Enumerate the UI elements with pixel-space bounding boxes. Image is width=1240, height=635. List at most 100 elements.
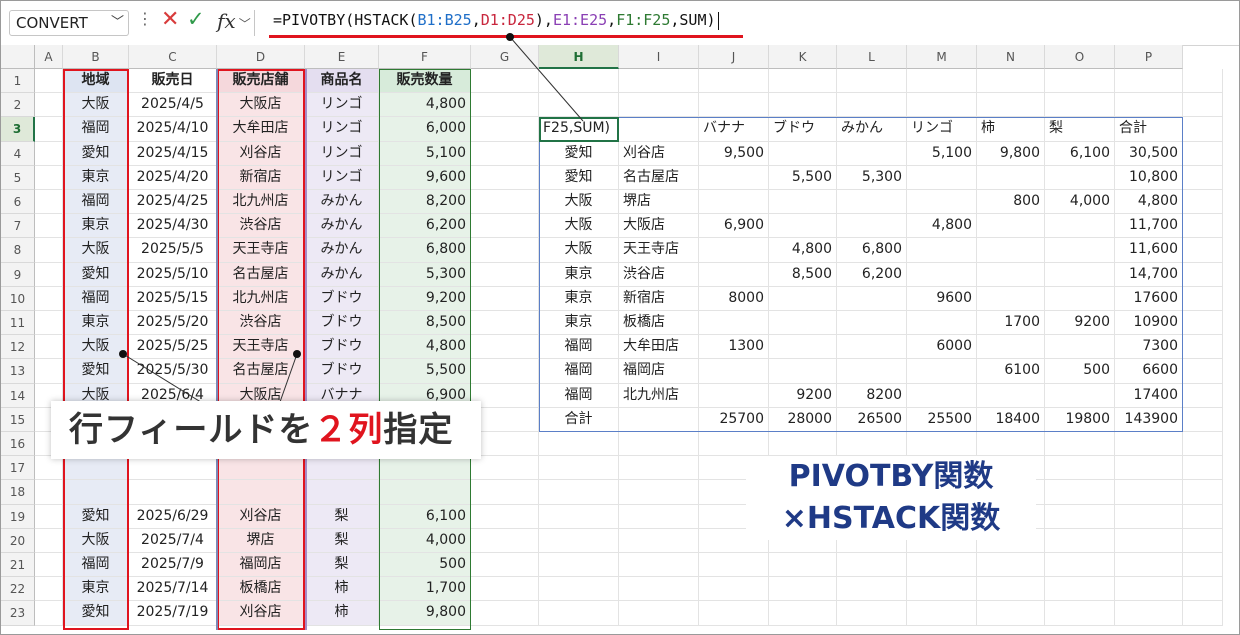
pivot-data-cell[interactable]: 福岡 (539, 335, 619, 360)
cell[interactable] (35, 214, 63, 239)
pivot-data-cell[interactable]: 17400 (1115, 383, 1183, 408)
row-header-14[interactable]: 14 (1, 383, 35, 408)
source-data-cell[interactable]: 東京 (63, 311, 129, 336)
pivot-data-cell[interactable]: 大阪 (539, 190, 619, 215)
source-data-cell[interactable]: ブドウ (305, 335, 379, 360)
pivot-data-cell[interactable]: 北九州店 (619, 383, 699, 408)
pivot-data-cell[interactable]: 6600 (1115, 359, 1183, 384)
cell[interactable] (35, 165, 63, 190)
pivot-data-cell[interactable]: 合計 (539, 407, 619, 432)
source-header-cell[interactable]: 販売日 (129, 69, 217, 94)
cell[interactable] (471, 93, 539, 118)
cell[interactable] (539, 577, 619, 602)
cell[interactable] (837, 601, 907, 626)
cell[interactable] (619, 480, 699, 505)
source-data-cell[interactable]: 2025/7/9 (129, 553, 217, 578)
cell[interactable] (619, 577, 699, 602)
cell[interactable] (907, 432, 977, 457)
cell[interactable] (539, 432, 619, 457)
pivot-data-cell[interactable]: 18400 (977, 407, 1045, 432)
cell[interactable] (35, 601, 63, 626)
cell[interactable] (977, 601, 1045, 626)
cell[interactable] (1183, 601, 1223, 626)
pivot-data-cell[interactable]: 26500 (837, 407, 907, 432)
pivot-data-cell[interactable]: 17600 (1115, 286, 1183, 311)
column-header-c[interactable]: C (129, 45, 217, 69)
cell[interactable] (1115, 93, 1183, 118)
pivot-header-cell[interactable]: 柿 (977, 117, 1045, 142)
pivot-data-cell[interactable]: 福岡 (539, 383, 619, 408)
cell[interactable] (907, 577, 977, 602)
source-data-cell[interactable]: 刈谷店 (217, 504, 305, 529)
cell[interactable] (619, 69, 699, 94)
cell[interactable] (471, 480, 539, 505)
pivot-data-cell[interactable]: 9600 (907, 286, 977, 311)
cell[interactable] (471, 407, 539, 432)
source-data-cell[interactable]: 2025/4/10 (129, 117, 217, 142)
worksheet-grid[interactable]: A B C D E F G H I J K L M N O P 1 2 3 4 5 6 7 8 9 10 11 12 13 14 15 16 1… (1, 45, 1239, 634)
row-header-19[interactable]: 19 (1, 504, 35, 529)
pivot-data-cell[interactable]: 渋谷店 (619, 262, 699, 287)
cell[interactable] (35, 456, 63, 481)
cell[interactable] (35, 238, 63, 263)
pivot-data-cell[interactable] (1045, 238, 1115, 263)
source-data-cell[interactable]: 2025/5/25 (129, 335, 217, 360)
row-header-8[interactable]: 8 (1, 238, 35, 263)
source-data-cell[interactable]: 大牟田店 (217, 117, 305, 142)
cell[interactable] (1183, 480, 1223, 505)
cell[interactable] (1045, 504, 1115, 529)
pivot-data-cell[interactable] (769, 141, 837, 166)
source-data-cell[interactable]: 東京 (63, 214, 129, 239)
cell[interactable] (769, 432, 837, 457)
cell[interactable] (1183, 69, 1223, 94)
pivot-data-cell[interactable]: 6,100 (1045, 141, 1115, 166)
pivot-data-cell[interactable]: 4,800 (1115, 190, 1183, 215)
source-data-cell[interactable]: 福岡 (63, 190, 129, 215)
cell[interactable] (699, 553, 769, 578)
cell[interactable] (837, 93, 907, 118)
cell[interactable] (471, 238, 539, 263)
pivot-data-cell[interactable]: 8000 (699, 286, 769, 311)
source-data-cell[interactable]: 500 (379, 553, 471, 578)
source-data-cell[interactable]: 梨 (305, 553, 379, 578)
cell[interactable] (35, 480, 63, 505)
pivot-header-cell[interactable]: 梨 (1045, 117, 1115, 142)
more-options-icon[interactable]: ⋮ (137, 9, 153, 28)
cell[interactable] (471, 311, 539, 336)
source-data-cell[interactable]: 愛知 (63, 141, 129, 166)
source-data-cell[interactable]: ブドウ (305, 286, 379, 311)
cell[interactable] (1045, 93, 1115, 118)
cell[interactable] (1183, 456, 1223, 481)
source-header-cell[interactable]: 販売店舗 (217, 69, 305, 94)
source-data-cell[interactable]: 8,500 (379, 311, 471, 336)
pivot-data-cell[interactable] (907, 165, 977, 190)
source-data-cell[interactable]: 刈谷店 (217, 601, 305, 626)
pivot-data-cell[interactable] (1045, 286, 1115, 311)
pivot-data-cell[interactable]: 板橋店 (619, 311, 699, 336)
formula-input[interactable]: =PIVOTBY(HSTACK(B1:B25,D1:D25),E1:E25,F1… (273, 11, 719, 30)
cell[interactable] (1183, 407, 1223, 432)
cell[interactable] (471, 190, 539, 215)
column-header-k[interactable]: K (769, 45, 837, 69)
check-icon[interactable]: ✓ (187, 7, 205, 31)
pivot-data-cell[interactable]: 25500 (907, 407, 977, 432)
cell[interactable] (1183, 528, 1223, 553)
cell[interactable] (837, 553, 907, 578)
cell[interactable] (837, 577, 907, 602)
pivot-data-cell[interactable] (837, 141, 907, 166)
pivot-data-cell[interactable]: 愛知 (539, 165, 619, 190)
cell[interactable] (471, 214, 539, 239)
cell[interactable] (539, 480, 619, 505)
cell[interactable] (1045, 456, 1115, 481)
source-data-cell[interactable]: 柿 (305, 601, 379, 626)
row-header-13[interactable]: 13 (1, 359, 35, 384)
pivot-data-cell[interactable]: 堺店 (619, 190, 699, 215)
cell[interactable] (907, 553, 977, 578)
cell[interactable] (977, 93, 1045, 118)
pivot-data-cell[interactable] (1045, 214, 1115, 239)
source-data-cell[interactable]: 福岡 (63, 286, 129, 311)
source-data-cell[interactable]: リンゴ (305, 117, 379, 142)
pivot-data-cell[interactable]: 東京 (539, 286, 619, 311)
cell[interactable] (907, 93, 977, 118)
pivot-data-cell[interactable]: 6,900 (699, 214, 769, 239)
